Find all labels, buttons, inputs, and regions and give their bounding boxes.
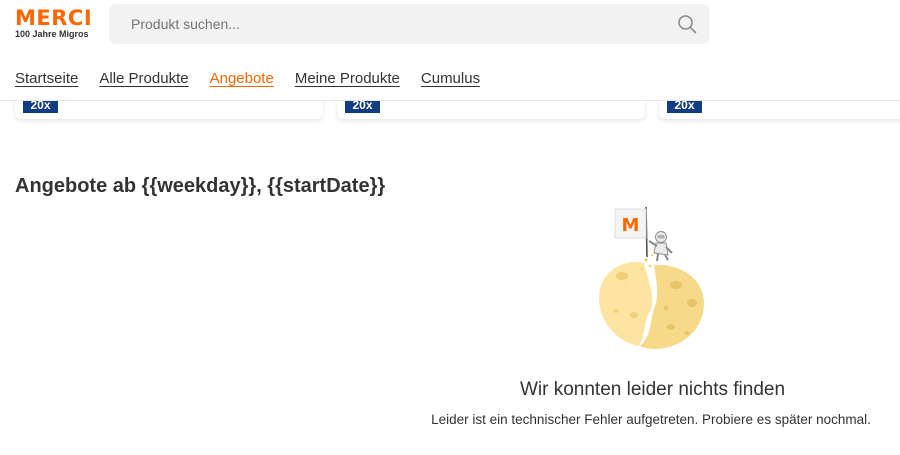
empty-state-title: Wir konnten leider nichts finden <box>519 379 786 400</box>
offer-cards-row: 20x 20x 20x <box>0 101 900 125</box>
search-icon[interactable] <box>677 14 697 34</box>
flag-letter: M <box>622 215 640 236</box>
section-title: Angebote ab {{weekday}}, {{startDate}} <box>15 175 386 197</box>
header: MERCI 100 Jahre Migros <box>0 0 900 56</box>
logo-subtitle: 100 Jahre Migros <box>15 29 89 39</box>
search-input[interactable] <box>109 4 669 44</box>
main-nav: Startseite Alle Produkte Angebote Meine … <box>15 69 501 93</box>
empty-state-message: Leider ist ein technischer Fehler aufget… <box>431 412 871 427</box>
nav-item-alle-produkte[interactable]: Alle Produkte <box>99 69 188 93</box>
merci-logo[interactable]: MERCI 100 Jahre Migros <box>15 7 92 40</box>
nav-item-meine-produkte[interactable]: Meine Produkte <box>295 69 400 93</box>
nav-item-startseite[interactable]: Startseite <box>15 69 78 93</box>
cumulus-badge: 20x <box>345 101 380 113</box>
search-bar <box>109 4 709 44</box>
offer-card[interactable]: 20x <box>337 101 645 119</box>
offer-card[interactable]: 20x <box>15 101 323 119</box>
nav-item-angebote[interactable]: Angebote <box>210 69 274 93</box>
cheese-moon-illustration: M <box>599 206 704 349</box>
nav-item-cumulus[interactable]: Cumulus <box>421 69 480 93</box>
cumulus-badge: 20x <box>667 101 702 113</box>
logo-title: MERCI <box>15 6 93 30</box>
cumulus-badge: 20x <box>23 101 58 113</box>
offer-card[interactable]: 20x <box>659 101 900 119</box>
